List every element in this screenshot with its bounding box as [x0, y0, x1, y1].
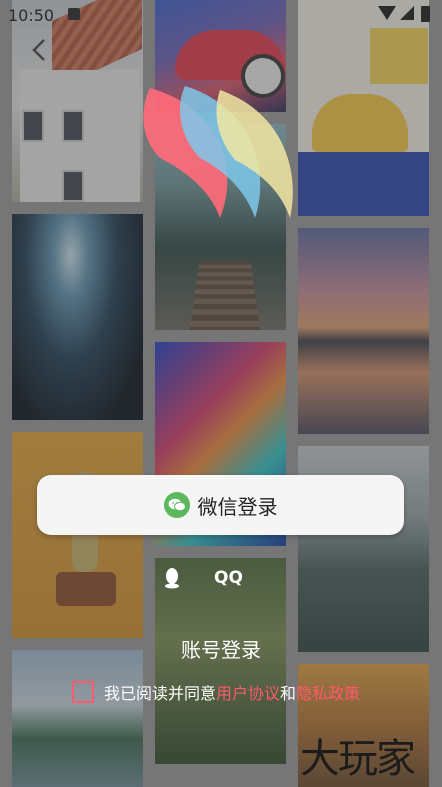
agreement-row: 我已阅读并同意 用户协议 和 隐私政策	[72, 680, 360, 704]
qq-icon	[165, 568, 179, 589]
notification-icon	[68, 8, 80, 20]
privacy-policy-link[interactable]: 隐私政策	[296, 680, 360, 704]
wechat-login-button[interactable]: 微信登录	[37, 475, 404, 535]
status-bar: 10:50	[0, 0, 442, 30]
agreement-checkbox[interactable]	[72, 681, 94, 703]
account-login-button[interactable]: 账号登录	[0, 634, 442, 663]
wifi-icon	[378, 6, 396, 20]
agreement-prefix: 我已阅读并同意	[104, 684, 217, 703]
agreement-and: 和	[280, 684, 297, 703]
wechat-login-label: 微信登录	[197, 494, 278, 519]
app-logo	[143, 86, 293, 218]
wechat-icon	[163, 492, 190, 518]
watermark-text: 大玩家	[300, 736, 416, 782]
qq-login-button[interactable]: QQ	[160, 563, 290, 595]
battery-icon	[421, 6, 430, 22]
qq-login-label: QQ	[214, 568, 243, 588]
user-agreement-link[interactable]: 用户协议	[216, 680, 280, 704]
signal-icon	[400, 6, 414, 20]
chevron-left-icon[interactable]	[26, 36, 54, 64]
status-time: 10:50	[8, 6, 55, 25]
